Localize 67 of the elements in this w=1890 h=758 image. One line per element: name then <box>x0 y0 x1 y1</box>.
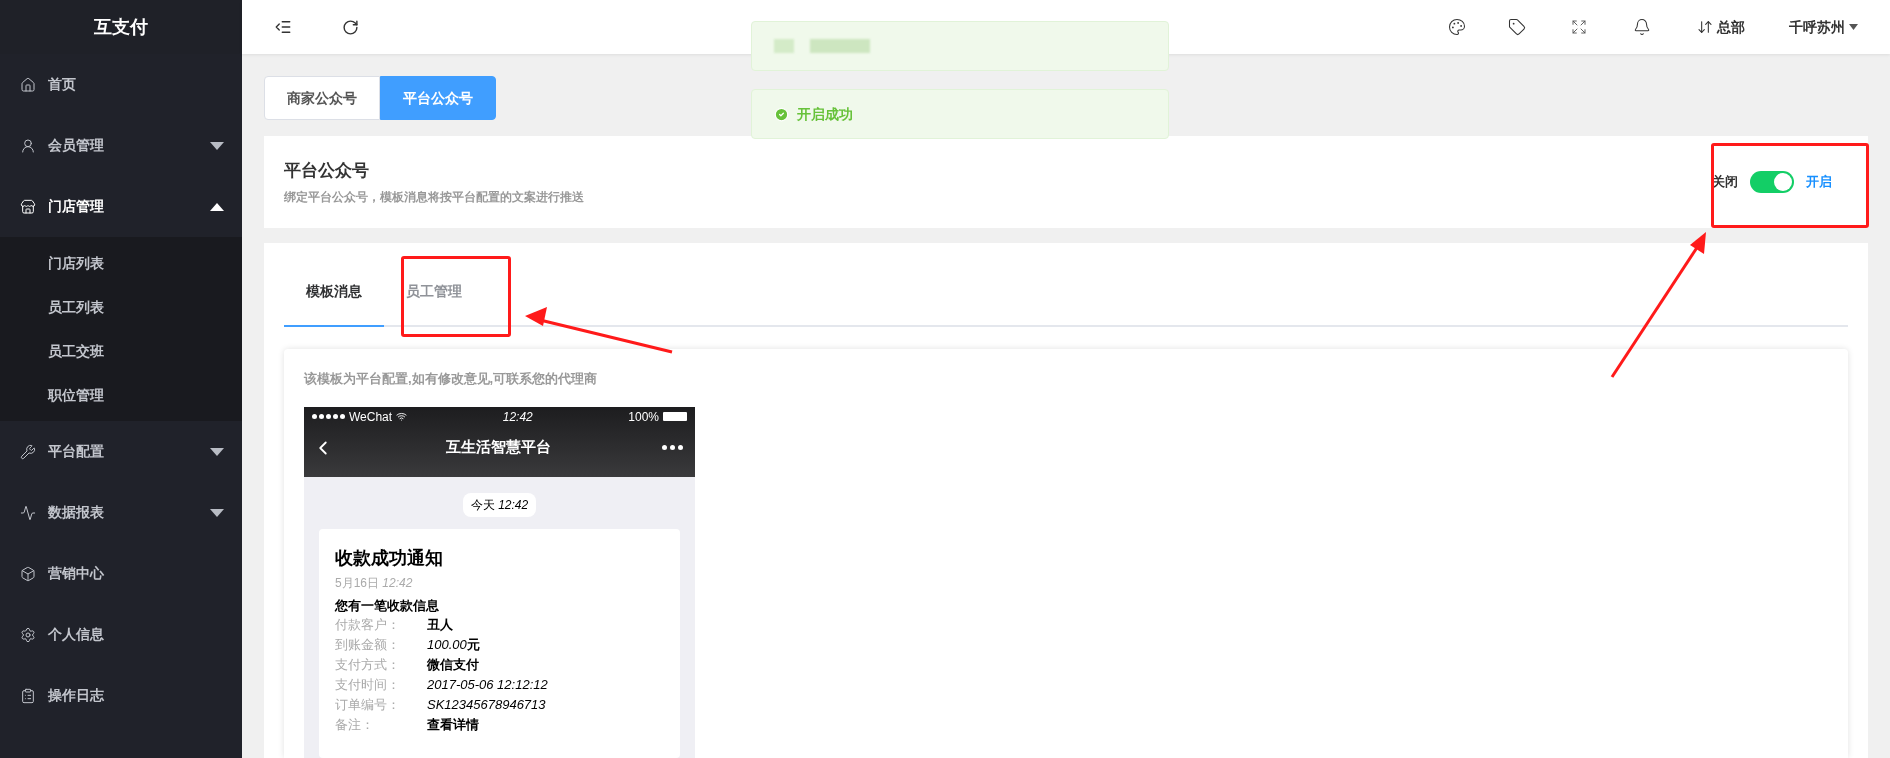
clipboard-icon <box>20 687 36 704</box>
message-intro: 您有一笔收款信息 <box>335 596 440 615</box>
tag-icon[interactable] <box>1508 18 1526 36</box>
sidebar-item[interactable]: 门店管理 <box>0 176 242 237</box>
sidebar-item[interactable]: 个人信息 <box>0 604 242 665</box>
sidebar-item[interactable]: 首页 <box>0 54 242 115</box>
carrier-text: WeChat <box>349 408 393 426</box>
field-label: 支付时间： <box>335 676 401 694</box>
toggle-switch[interactable] <box>1750 171 1794 193</box>
field-label: 订单编号： <box>335 696 401 714</box>
battery-text: 100% <box>628 408 659 426</box>
submenu-item[interactable]: 员工列表 <box>0 285 242 329</box>
caret-icon <box>210 202 224 211</box>
time-chip: 今天 12:42 <box>462 492 537 517</box>
fullscreen-icon[interactable] <box>1571 19 1587 35</box>
collapse-menu-icon[interactable] <box>274 18 292 36</box>
user-icon <box>20 137 36 154</box>
sidebar-item[interactable]: 会员管理 <box>0 115 242 176</box>
gear-icon <box>20 626 36 643</box>
user-menu[interactable]: 千呼苏州 <box>1789 16 1858 38</box>
sidebar-item[interactable]: 营销中心 <box>0 543 242 604</box>
cube-icon <box>20 565 36 582</box>
submenu-item[interactable]: 门店列表 <box>0 241 242 285</box>
chat-title: 互生活智慧平台 <box>445 437 551 458</box>
template-hint: 该模板为平台配置,如有修改意见,可联系您的代理商 <box>304 370 599 388</box>
pulse-icon <box>20 504 36 521</box>
field-value: 2017-05-06 12:12:12 <box>427 676 548 694</box>
on-label: 开启 <box>1806 173 1832 192</box>
swap-icon[interactable] <box>1697 19 1713 35</box>
field-value: 查看详情 <box>427 716 479 734</box>
store-icon <box>20 198 36 215</box>
caret-icon <box>1849 24 1858 30</box>
branch-link[interactable]: 总部 <box>1717 16 1745 38</box>
palette-icon[interactable] <box>1448 18 1466 36</box>
tools-icon <box>20 443 36 460</box>
caret-icon <box>210 508 224 517</box>
caret-icon <box>210 141 224 150</box>
message-title: 收款成功通知 <box>335 546 444 570</box>
field-label: 到账金额： <box>335 636 401 654</box>
toast-message: 开启成功 <box>797 104 853 124</box>
check-icon <box>774 106 789 122</box>
page-title: 平台公众号 <box>284 160 370 183</box>
clock-text: 12:42 <box>502 408 533 426</box>
account-tab[interactable]: 商家公众号 <box>264 76 380 120</box>
wifi-icon <box>396 411 408 422</box>
app-logo: 互支付 <box>94 15 148 39</box>
submenu-item[interactable]: 员工交班 <box>0 329 242 373</box>
refresh-icon[interactable] <box>342 18 359 36</box>
sidebar-item[interactable]: 平台配置 <box>0 421 242 482</box>
field-value: 100.00元 <box>427 636 480 654</box>
field-label: 支付方式： <box>335 656 401 674</box>
signal-dots <box>312 414 345 419</box>
field-label: 备注： <box>335 716 375 734</box>
field-value: 微信支付 <box>427 656 479 674</box>
caret-icon <box>210 447 224 456</box>
field-value: SK12345678946713 <box>427 696 546 714</box>
sidebar-item[interactable]: 操作日志 <box>0 665 242 726</box>
message-date: 5月16日 12:42 <box>335 574 414 592</box>
battery-icon <box>663 412 687 421</box>
field-label: 付款客户： <box>335 616 401 634</box>
field-value: 丑人 <box>427 616 453 634</box>
content-tab[interactable]: 模板消息 <box>284 257 384 327</box>
page-subtitle: 绑定平台公众号，模板消息将按平台配置的文案进行推送 <box>284 188 584 206</box>
bell-icon[interactable] <box>1633 18 1651 36</box>
home-icon <box>20 76 36 93</box>
submenu-item[interactable]: 职位管理 <box>0 373 242 417</box>
sidebar-item[interactable]: 数据报表 <box>0 482 242 543</box>
